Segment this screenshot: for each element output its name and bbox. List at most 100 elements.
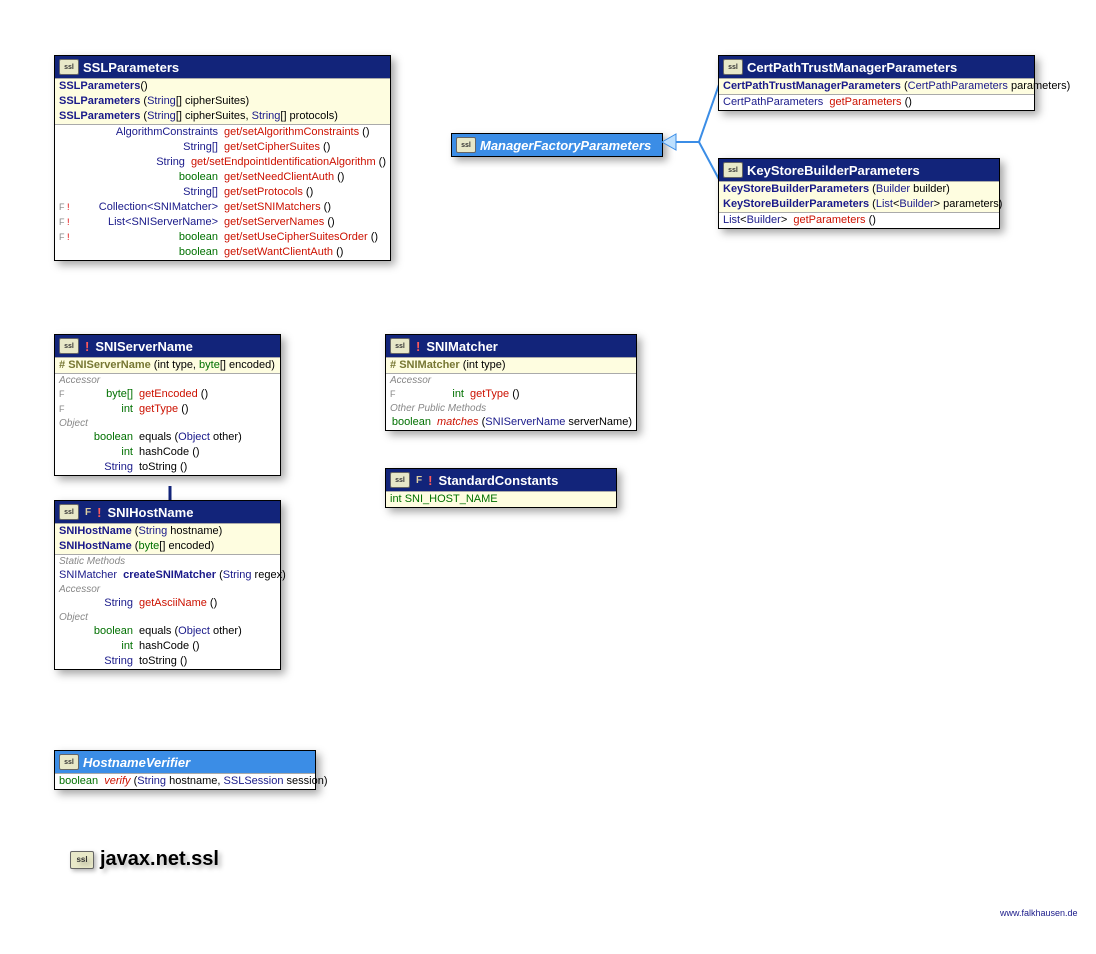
ssl-icon <box>723 162 743 178</box>
method-row: Stringget/setEndpointIdentificationAlgor… <box>55 155 390 170</box>
ctor-row: SNIHostName (String hostname) <box>55 524 280 539</box>
methods-section: Accessor Fbyte[]getEncoded () FintgetTyp… <box>55 373 280 475</box>
site-link[interactable]: www.falkhausen.de <box>1000 908 1078 918</box>
method-row: StringtoString () <box>55 460 280 475</box>
new-marker-icon: ! <box>416 339 420 354</box>
class-header: F ! StandardConstants <box>386 469 616 491</box>
class-sslparameters: SSLParameters SSLParameters() SSLParamet… <box>54 55 391 261</box>
method-row: FintgetType () <box>386 387 636 402</box>
ssl-icon <box>59 504 79 520</box>
method-row: Fbyte[]getEncoded () <box>55 387 280 402</box>
class-header: ! SNIServerName <box>55 335 280 357</box>
method-row: boolean verify (String hostname, SSLSess… <box>55 774 315 789</box>
constructors-section: CertPathTrustManagerParameters (CertPath… <box>719 78 1034 94</box>
interface-hostnameverifier: HostnameVerifier boolean verify (String … <box>54 750 316 790</box>
ssl-icon <box>59 59 79 75</box>
methods-section: Static Methods SNIMatchercreateSNIMatche… <box>55 554 280 669</box>
new-marker-icon: ! <box>428 473 432 488</box>
ctor-row: # SNIServerName (int type, byte[] encode… <box>55 358 280 373</box>
method-row: booleanget/setNeedClientAuth () <box>55 170 390 185</box>
class-snihostname: F ! SNIHostName SNIHostName (String host… <box>54 500 281 670</box>
section-label: Object <box>55 611 280 624</box>
interface-title: HostnameVerifier <box>83 755 190 770</box>
section-label: Other Public Methods <box>386 402 636 415</box>
method-row: booleanmatches (SNIServerName serverName… <box>386 415 636 430</box>
class-snimatcher: ! SNIMatcher # SNIMatcher (int type) Acc… <box>385 334 637 431</box>
methods-section: Accessor FintgetType () Other Public Met… <box>386 373 636 430</box>
class-title: SNIHostName <box>107 505 193 520</box>
new-marker-icon: ! <box>97 505 101 520</box>
ssl-icon <box>70 851 94 869</box>
class-title: SSLParameters <box>83 60 179 75</box>
ssl-icon <box>390 338 410 354</box>
ssl-icon <box>390 472 410 488</box>
constructors-section: # SNIServerName (int type, byte[] encode… <box>55 357 280 373</box>
class-title: SNIMatcher <box>426 339 498 354</box>
class-certpathtrustmanagerparameters: CertPathTrustManagerParameters CertPathT… <box>718 55 1035 111</box>
class-header: KeyStoreBuilderParameters <box>719 159 999 181</box>
fields-section: int SNI_HOST_NAME <box>386 491 616 507</box>
method-row: F !booleanget/setUseCipherSuitesOrder () <box>55 230 390 245</box>
field-row: int SNI_HOST_NAME <box>386 492 616 507</box>
method-row: StringtoString () <box>55 654 280 669</box>
final-marker-icon: F <box>416 475 422 486</box>
ssl-icon <box>59 338 79 354</box>
ctor-row: CertPathTrustManagerParameters (CertPath… <box>719 79 1034 94</box>
method-row: F !Collection<SNIMatcher>get/setSNIMatch… <box>55 200 390 215</box>
constructors-section: SSLParameters() SSLParameters (String[] … <box>55 78 390 124</box>
ctor-row: SSLParameters (String[] cipherSuites, St… <box>55 109 390 124</box>
method-row: AlgorithmConstraintsget/setAlgorithmCons… <box>55 125 390 140</box>
method-row: booleanequals (Object other) <box>55 430 280 445</box>
ctor-row: SNIHostName (byte[] encoded) <box>55 539 280 554</box>
ctor-row: SSLParameters (String[] cipherSuites) <box>55 94 390 109</box>
interface-title: ManagerFactoryParameters <box>480 138 651 153</box>
ctor-row: KeyStoreBuilderParameters (Builder build… <box>719 182 999 197</box>
section-label: Static Methods <box>55 555 280 568</box>
class-header: CertPathTrustManagerParameters <box>719 56 1034 78</box>
methods-section: List<Builder> getParameters () <box>719 212 999 228</box>
interface-header: ManagerFactoryParameters <box>452 134 662 156</box>
constructors-section: KeyStoreBuilderParameters (Builder build… <box>719 181 999 212</box>
method-row: SNIMatchercreateSNIMatcher (String regex… <box>55 568 280 583</box>
package-label: javax.net.ssl <box>70 848 219 871</box>
methods-section: CertPathParameters getParameters () <box>719 94 1034 110</box>
class-title: StandardConstants <box>438 473 558 488</box>
class-header: F ! SNIHostName <box>55 501 280 523</box>
class-keystorebuilderparameters: KeyStoreBuilderParameters KeyStoreBuilde… <box>718 158 1000 229</box>
constructors-section: # SNIMatcher (int type) <box>386 357 636 373</box>
method-row: F !List<SNIServerName>get/setServerNames… <box>55 215 390 230</box>
method-row: FintgetType () <box>55 402 280 417</box>
methods-section: AlgorithmConstraintsget/setAlgorithmCons… <box>55 124 390 260</box>
class-header: SSLParameters <box>55 56 390 78</box>
method-row: CertPathParameters getParameters () <box>719 95 1034 110</box>
methods-section: boolean verify (String hostname, SSLSess… <box>55 773 315 789</box>
method-row: booleanget/setWantClientAuth () <box>55 245 390 260</box>
ssl-icon <box>723 59 743 75</box>
class-header: ! SNIMatcher <box>386 335 636 357</box>
method-row: String[]get/setProtocols () <box>55 185 390 200</box>
method-row: inthashCode () <box>55 445 280 460</box>
class-sniservername: ! SNIServerName # SNIServerName (int typ… <box>54 334 281 476</box>
section-label: Accessor <box>55 374 280 387</box>
ssl-icon <box>59 754 79 770</box>
interface-header: HostnameVerifier <box>55 751 315 773</box>
class-title: CertPathTrustManagerParameters <box>747 60 957 75</box>
section-label: Accessor <box>386 374 636 387</box>
ctor-row: # SNIMatcher (int type) <box>386 358 636 373</box>
method-row: booleanequals (Object other) <box>55 624 280 639</box>
method-row: inthashCode () <box>55 639 280 654</box>
class-title: SNIServerName <box>95 339 193 354</box>
section-label: Object <box>55 417 280 430</box>
new-marker-icon: ! <box>85 339 89 354</box>
method-row: String[]get/setCipherSuites () <box>55 140 390 155</box>
ssl-icon <box>456 137 476 153</box>
method-row: List<Builder> getParameters () <box>719 213 999 228</box>
constructors-section: SNIHostName (String hostname) SNIHostNam… <box>55 523 280 554</box>
ctor-row: SSLParameters() <box>55 79 390 94</box>
section-label: Accessor <box>55 583 280 596</box>
final-marker-icon: F <box>85 507 91 518</box>
class-title: KeyStoreBuilderParameters <box>747 163 920 178</box>
class-standardconstants: F ! StandardConstants int SNI_HOST_NAME <box>385 468 617 508</box>
method-row: StringgetAsciiName () <box>55 596 280 611</box>
package-name: javax.net.ssl <box>100 848 219 871</box>
